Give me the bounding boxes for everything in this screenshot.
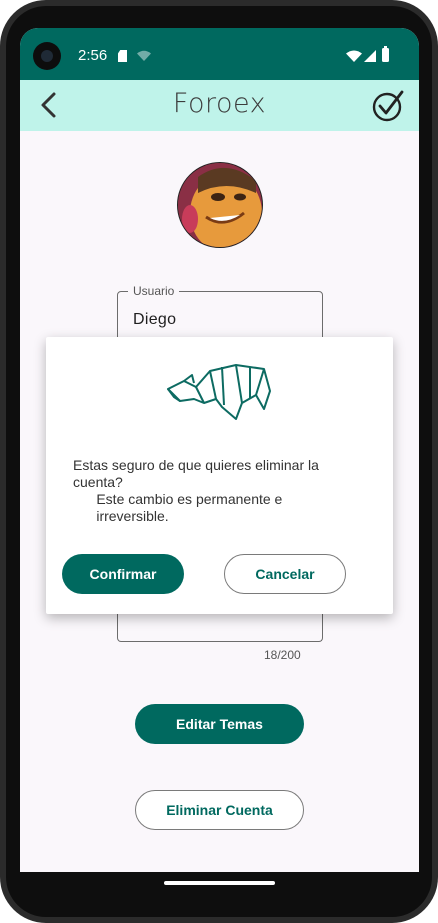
description-counter: 18/200 [264,648,301,662]
delete-confirm-dialog: Estas seguro de que quieres eliminar la … [46,337,393,614]
wifi-off-icon [137,50,151,61]
app-screen: 2:56 Foroex Usuario Diego 18/200 Editar … [20,28,419,872]
camera-cutout [33,42,61,70]
dialog-message: Estas seguro de que quieres eliminar la … [73,457,343,525]
cancel-button[interactable]: Cancelar [224,554,346,594]
status-time: 2:56 [78,47,108,64]
dialog-message-line: irreversible. [73,508,169,524]
check-circle-icon[interactable] [372,89,405,122]
dialog-message-line: cuenta? [73,474,123,490]
edit-topics-button[interactable]: Editar Temas [135,704,304,744]
app-title: Foroex [172,88,267,119]
home-indicator[interactable] [164,881,275,885]
phone-frame: 2:56 Foroex Usuario Diego 18/200 Editar … [0,0,438,923]
delete-account-button[interactable]: Eliminar Cuenta [135,790,304,830]
confirm-button[interactable]: Confirmar [62,554,184,594]
profile-avatar[interactable] [177,162,263,248]
dialog-message-line: Este cambio es permanente e [73,491,283,507]
username-label: Usuario [128,284,180,298]
app-bar: Foroex [20,80,419,131]
signal-icon [364,50,376,62]
wifi-icon [346,50,362,62]
status-bar: 2:56 [20,28,419,80]
avatar-image [178,163,262,247]
battery-icon [382,46,389,62]
dialog-message-line: Estas seguro de que quieres eliminar la [73,457,319,473]
rhino-logo-icon [167,364,271,420]
username-input[interactable]: Diego [133,311,176,329]
sd-card-icon [118,50,127,62]
